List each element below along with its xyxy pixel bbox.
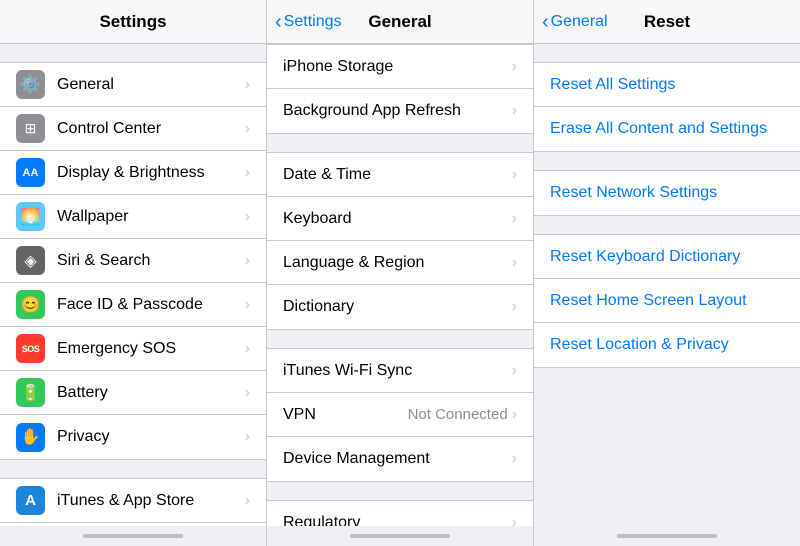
siri-search-icon: ◈ [16,246,45,275]
home-indicator [83,534,183,538]
reset-group-2: Reset Network Settings [534,170,800,216]
itunes-appstore-icon: A [16,486,45,515]
sidebar-item-wallpaper[interactable]: 🌅 Wallpaper › [0,195,266,239]
device-management-label: Device Management [283,450,512,468]
settings-header: Settings [0,0,266,44]
control-center-label: Control Center [57,120,245,138]
erase-all-content-label: Erase All Content and Settings [550,120,767,138]
sidebar-item-display-brightness[interactable]: AA Display & Brightness › [0,151,266,195]
dictionary-label: Dictionary [283,298,512,316]
general-icon: ⚙️ [16,70,45,99]
right-bottom-bar [534,526,800,546]
display-brightness-icon: AA [16,158,45,187]
general-group-1: iPhone Storage › Background App Refresh … [267,44,533,134]
privacy-label: Privacy [57,428,245,446]
background-app-refresh-label: Background App Refresh [283,102,512,120]
general-back-chevron: ‹ [275,12,282,32]
settings-group-1: ⚙️ General › ⊞ Control Center › AA [0,62,266,460]
sidebar-item-battery[interactable]: 🔋 Battery › [0,371,266,415]
reset-nav-title: Reset [644,12,690,32]
general-scroll: iPhone Storage › Background App Refresh … [267,44,533,526]
wallpaper-icon: 🌅 [16,202,45,231]
sidebar-item-control-center[interactable]: ⊞ Control Center › [0,107,266,151]
face-id-icon: 😊 [16,290,45,319]
reset-all-settings-label: Reset All Settings [550,76,675,94]
regulatory-row[interactable]: Regulatory › [267,501,533,526]
sidebar-item-face-id[interactable]: 😊 Face ID & Passcode › [0,283,266,327]
dictionary-row[interactable]: Dictionary › [267,285,533,329]
itunes-wifi-sync-row[interactable]: iTunes Wi-Fi Sync › [267,349,533,393]
itunes-wifi-sync-label: iTunes Wi-Fi Sync [283,362,512,380]
reset-network-settings-label: Reset Network Settings [550,184,717,202]
keyboard-label: Keyboard [283,210,512,228]
general-group-2: Date & Time › Keyboard › Language & Regi… [267,152,533,330]
siri-search-label: Siri & Search [57,252,245,270]
reset-keyboard-dictionary-label: Reset Keyboard Dictionary [550,248,740,266]
keyboard-row[interactable]: Keyboard › [267,197,533,241]
left-bottom-bar [0,526,266,546]
general-nav-bar: ‹ Settings General [267,0,533,44]
emergency-sos-label: Emergency SOS [57,340,245,358]
general-nav-title: General [368,12,431,32]
reset-location-privacy-label: Reset Location & Privacy [550,336,729,354]
iphone-storage-label: iPhone Storage [283,58,512,76]
reset-back-label: General [551,13,608,31]
date-time-row[interactable]: Date & Time › [267,153,533,197]
general-back-button[interactable]: ‹ Settings [275,12,341,32]
home-indicator-right [617,534,717,538]
reset-group-1: Reset All Settings Erase All Content and… [534,62,800,152]
language-region-row[interactable]: Language & Region › [267,241,533,285]
vpn-label: VPN [283,406,408,424]
general-panel: ‹ Settings General iPhone Storage › Back… [267,0,534,546]
device-management-row[interactable]: Device Management › [267,437,533,481]
reset-back-button[interactable]: ‹ General [542,12,608,32]
general-label: General [57,76,245,94]
privacy-icon: ✋ [16,423,45,452]
battery-label: Battery [57,384,245,402]
regulatory-label: Regulatory [283,514,512,527]
iphone-storage-row[interactable]: iPhone Storage › [267,45,533,89]
reset-panel: ‹ General Reset Reset All Settings Erase… [534,0,800,546]
battery-icon: 🔋 [16,378,45,407]
emergency-sos-icon: SOS [16,334,45,363]
sidebar-item-general[interactable]: ⚙️ General › [0,63,266,107]
sidebar-item-privacy[interactable]: ✋ Privacy › [0,415,266,459]
sidebar-item-emergency-sos[interactable]: SOS Emergency SOS › [0,327,266,371]
sidebar-item-siri-search[interactable]: ◈ Siri & Search › [0,239,266,283]
general-group-4: Regulatory › Reset › [267,500,533,526]
wallpaper-label: Wallpaper [57,208,245,226]
control-center-icon: ⊞ [16,114,45,143]
date-time-label: Date & Time [283,166,512,184]
vpn-value: Not Connected [408,406,508,423]
mid-bottom-bar [267,526,533,546]
itunes-appstore-label: iTunes & App Store [57,492,245,510]
language-region-label: Language & Region [283,254,512,272]
reset-home-screen-label: Reset Home Screen Layout [550,292,747,310]
reset-home-screen-row[interactable]: Reset Home Screen Layout [534,279,800,323]
reset-scroll: Reset All Settings Erase All Content and… [534,44,800,526]
reset-back-chevron: ‹ [542,12,549,32]
reset-network-settings-row[interactable]: Reset Network Settings [534,171,800,215]
general-group-3: iTunes Wi-Fi Sync › VPN Not Connected › … [267,348,533,482]
home-indicator-mid [350,534,450,538]
display-brightness-label: Display & Brightness [57,164,245,182]
settings-title: Settings [99,12,166,32]
reset-location-privacy-row[interactable]: Reset Location & Privacy [534,323,800,367]
general-back-label: Settings [284,13,342,31]
reset-all-settings-row[interactable]: Reset All Settings [534,63,800,107]
reset-nav-bar: ‹ General Reset [534,0,800,44]
erase-all-content-row[interactable]: Erase All Content and Settings [534,107,800,151]
settings-scroll: ⚙️ General › ⊞ Control Center › AA [0,44,266,526]
face-id-label: Face ID & Passcode [57,296,245,314]
settings-group-2: A iTunes & App Store › 💳 Wallet & Apple … [0,478,266,526]
reset-group-3: Reset Keyboard Dictionary Reset Home Scr… [534,234,800,368]
settings-panel: Settings ⚙️ General › ⊞ Control Center [0,0,267,546]
background-app-refresh-row[interactable]: Background App Refresh › [267,89,533,133]
reset-keyboard-dictionary-row[interactable]: Reset Keyboard Dictionary [534,235,800,279]
vpn-row[interactable]: VPN Not Connected › [267,393,533,437]
sidebar-item-itunes-appstore[interactable]: A iTunes & App Store › [0,479,266,523]
